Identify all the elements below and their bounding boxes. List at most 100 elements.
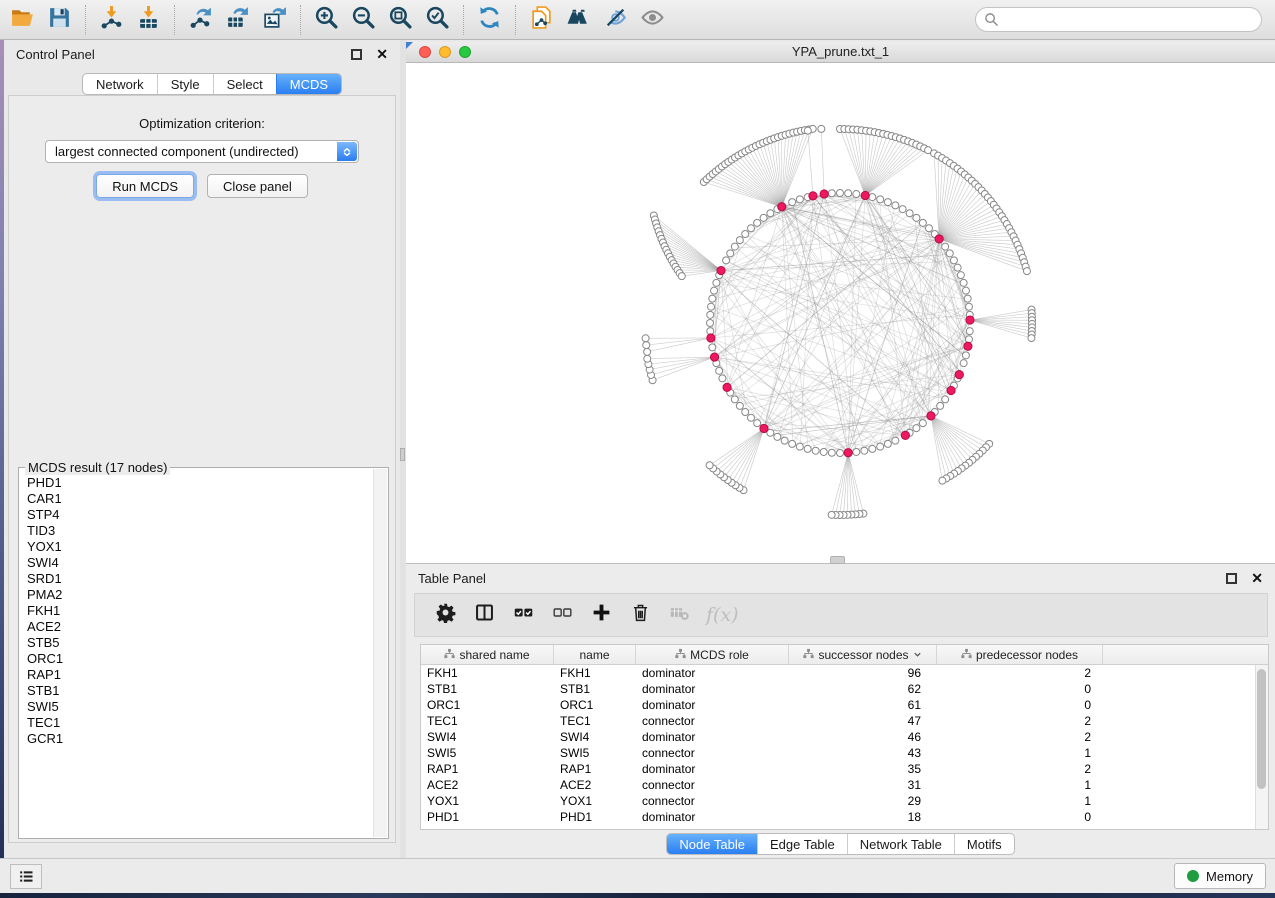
app-manager-button[interactable] [10,864,42,889]
table-cell-predecessor-nodes[interactable]: 2 [937,762,1103,776]
mcds-result-item[interactable]: RAP1 [27,667,373,683]
zoom-in-button[interactable] [308,4,345,36]
network-node[interactable] [837,450,844,457]
network-node[interactable] [736,237,743,244]
mcds-result-item[interactable]: STB5 [27,635,373,651]
network-node[interactable] [818,125,825,132]
search-box[interactable] [975,7,1262,32]
column-settings-button[interactable] [433,603,457,627]
table-cell-shared-name[interactable]: ACE2 [421,778,554,792]
network-node[interactable] [804,445,811,452]
column-header-MCDS-role[interactable]: MCDS role [636,645,789,664]
network-node[interactable] [713,279,720,286]
network-node[interactable] [716,367,723,374]
mcds-dominator-node[interactable] [760,424,768,432]
network-node[interactable] [736,402,743,409]
mcds-result-item[interactable]: PMA2 [27,587,373,603]
network-node[interactable] [942,396,949,403]
table-cell-MCDS-role[interactable]: dominator [636,698,789,712]
network-node[interactable] [828,511,835,518]
mcds-dominator-node[interactable] [927,412,935,420]
close-panel-icon[interactable]: ✕ [376,49,388,60]
network-node[interactable] [965,336,972,343]
table-cell-name[interactable]: PHD1 [554,810,636,824]
table-cell-name[interactable]: TEC1 [554,714,636,728]
mcds-dominator-node[interactable] [820,190,828,198]
table-cell-shared-name[interactable]: TEC1 [421,714,554,728]
network-node[interactable] [707,320,714,327]
table-row[interactable]: SWI4SWI4dominator462 [421,729,1268,745]
mcds-result-item[interactable]: ACE2 [27,619,373,635]
table-cell-shared-name[interactable]: PHD1 [421,810,554,824]
table-cell-predecessor-nodes[interactable]: 2 [937,730,1103,744]
network-node[interactable] [1023,268,1030,275]
save-session-button[interactable] [41,4,78,36]
table-row[interactable]: TEC1TEC1connector472 [421,713,1268,729]
mcds-result-item[interactable]: TID3 [27,523,373,539]
memory-button[interactable]: Memory [1174,863,1266,889]
tab-edge-table[interactable]: Edge Table [757,834,847,854]
table-cell-name[interactable]: SWI5 [554,746,636,760]
tab-node-table[interactable]: Node Table [667,834,757,854]
table-cell-name[interactable]: RAP1 [554,762,636,776]
mcds-dominator-node[interactable] [966,316,974,324]
network-node[interactable] [913,425,920,432]
network-node[interactable] [960,279,967,286]
zoom-selected-button[interactable] [419,4,456,36]
mcds-dominator-node[interactable] [935,235,943,243]
network-node[interactable] [861,447,868,454]
mcds-dominator-node[interactable] [844,449,852,457]
table-cell-shared-name[interactable]: SWI5 [421,746,554,760]
network-node[interactable] [711,287,718,294]
hide-graphics-details-button[interactable] [597,4,634,36]
float-panel-icon[interactable] [351,49,362,60]
table-cell-predecessor-nodes[interactable]: 0 [937,698,1103,712]
mcds-result-item[interactable]: PHD1 [27,475,373,491]
table-cell-name[interactable]: ACE2 [554,778,636,792]
mcds-result-item[interactable]: STB1 [27,683,373,699]
tab-style[interactable]: Style [157,74,213,94]
network-node[interactable] [820,448,827,455]
mcds-result-item[interactable]: SWI4 [27,555,373,571]
network-node[interactable] [853,448,860,455]
network-node[interactable] [731,396,738,403]
network-node[interactable] [937,402,944,409]
open-file-button[interactable] [4,4,41,36]
zoom-fit-button[interactable] [382,4,419,36]
table-cell-MCDS-role[interactable]: connector [636,746,789,760]
clone-network-button[interactable] [523,4,560,36]
deselect-all-rows-button[interactable] [550,603,574,627]
network-node[interactable] [707,311,714,318]
network-node[interactable] [853,191,860,198]
network-node[interactable] [869,445,876,452]
column-header-successor-nodes[interactable]: successor nodes [789,645,937,664]
close-panel-button[interactable]: Close panel [207,174,308,198]
tab-motifs[interactable]: Motifs [954,834,1014,854]
tab-mcds[interactable]: MCDS [276,74,341,94]
table-cell-MCDS-role[interactable]: connector [636,778,789,792]
network-node[interactable] [644,355,651,362]
mcds-dominator-node[interactable] [710,353,718,361]
mcds-dominator-node[interactable] [717,266,725,274]
table-row[interactable]: RAP1RAP1dominator352 [421,761,1268,777]
network-node[interactable] [966,328,973,335]
table-cell-successor-nodes[interactable]: 43 [789,746,937,760]
network-node[interactable] [892,437,899,444]
network-node[interactable] [719,375,726,382]
network-node[interactable] [709,344,716,351]
network-node[interactable] [708,303,715,310]
table-cell-successor-nodes[interactable]: 96 [789,666,937,680]
table-cell-predecessor-nodes[interactable]: 0 [937,810,1103,824]
import-table-button[interactable] [130,4,167,36]
table-cell-shared-name[interactable]: STB1 [421,682,554,696]
network-canvas[interactable] [406,63,1275,563]
network-node[interactable] [812,447,819,454]
network-node[interactable] [804,127,811,134]
network-node[interactable] [946,250,953,257]
table-cell-MCDS-role[interactable]: dominator [636,762,789,776]
table-cell-predecessor-nodes[interactable]: 0 [937,682,1103,696]
network-window-titlebar[interactable]: YPA_prune.txt_1 [406,42,1275,63]
mcds-dominator-node[interactable] [809,192,817,200]
network-node[interactable] [796,443,803,450]
network-node[interactable] [643,342,650,349]
